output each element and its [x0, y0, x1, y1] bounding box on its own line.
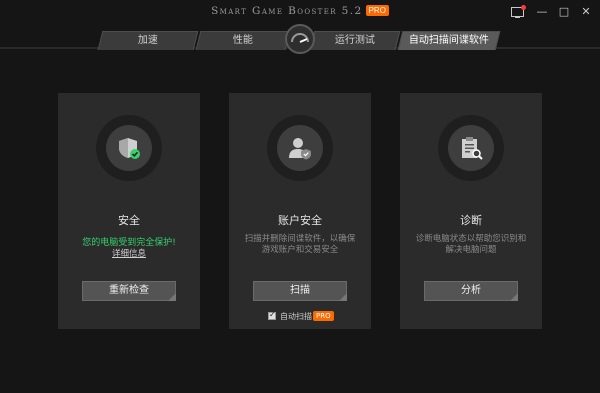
- user-shield-icon: [289, 138, 311, 160]
- minimize-icon[interactable]: —: [534, 4, 550, 20]
- maximize-icon[interactable]: □: [556, 4, 572, 20]
- analyze-button[interactable]: 分析: [424, 281, 518, 301]
- tab-spyware-scan[interactable]: 自动扫描间谍软件: [397, 31, 501, 50]
- diagnose-icon-ring: [438, 115, 504, 181]
- gauge-icon[interactable]: [285, 24, 315, 54]
- diagnose-desc: 诊断电脑状态以帮助您识别和解决电脑问题: [415, 234, 527, 255]
- auto-scan-label: 自动扫描: [280, 312, 312, 321]
- account-security-desc: 扫描并删除间谍软件，以确保游戏账户和交易安全: [244, 234, 356, 255]
- pro-badge: PRO: [365, 5, 389, 16]
- diagnose-title: 诊断: [460, 214, 482, 227]
- recheck-button-label: 重新检查: [109, 285, 149, 296]
- app-title-text: Smart Game Booster 5.2: [211, 5, 363, 17]
- shield-check-icon: [119, 138, 140, 159]
- tab-performance[interactable]: 性能: [195, 31, 291, 50]
- clipboard-search-icon: [462, 137, 483, 160]
- auto-scan-checkbox[interactable]: ✓: [268, 310, 276, 320]
- close-icon[interactable]: ✕: [578, 4, 594, 20]
- tab-speed-label: 加速: [137, 35, 158, 46]
- security-title: 安全: [118, 214, 140, 227]
- tab-spyware-scan-label: 自动扫描间谍软件: [408, 35, 489, 46]
- security-card: 安全 您的电脑受到完全保护! 详细信息 重新检查: [58, 93, 200, 329]
- scan-button[interactable]: 扫描: [253, 281, 347, 301]
- account-icon-ring: [267, 115, 333, 181]
- analyze-button-label: 分析: [461, 285, 481, 296]
- notification-dot: [521, 5, 526, 10]
- tab-performance-label: 性能: [232, 35, 253, 46]
- monitor-icon[interactable]: [510, 4, 526, 20]
- diagnose-card: 诊断 诊断电脑状态以帮助您识别和解决电脑问题 分析: [400, 93, 542, 329]
- account-security-card: 账户安全 扫描并删除间谍软件，以确保游戏账户和交易安全 扫描: [229, 93, 371, 329]
- tab-run-test[interactable]: 运行测试: [309, 31, 401, 50]
- auto-scan-pro-badge: PRO: [313, 311, 334, 321]
- tab-speed[interactable]: 加速: [97, 31, 199, 50]
- security-icon-ring: [96, 115, 162, 181]
- title-bar: Smart Game Booster 5.2 PRO — □ ✕: [0, 0, 600, 24]
- details-link[interactable]: 详细信息: [58, 247, 200, 259]
- recheck-button[interactable]: 重新检查: [82, 281, 176, 301]
- scan-button-label: 扫描: [290, 285, 310, 296]
- account-security-title: 账户安全: [278, 214, 322, 227]
- tab-run-test-label: 运行测试: [334, 35, 375, 46]
